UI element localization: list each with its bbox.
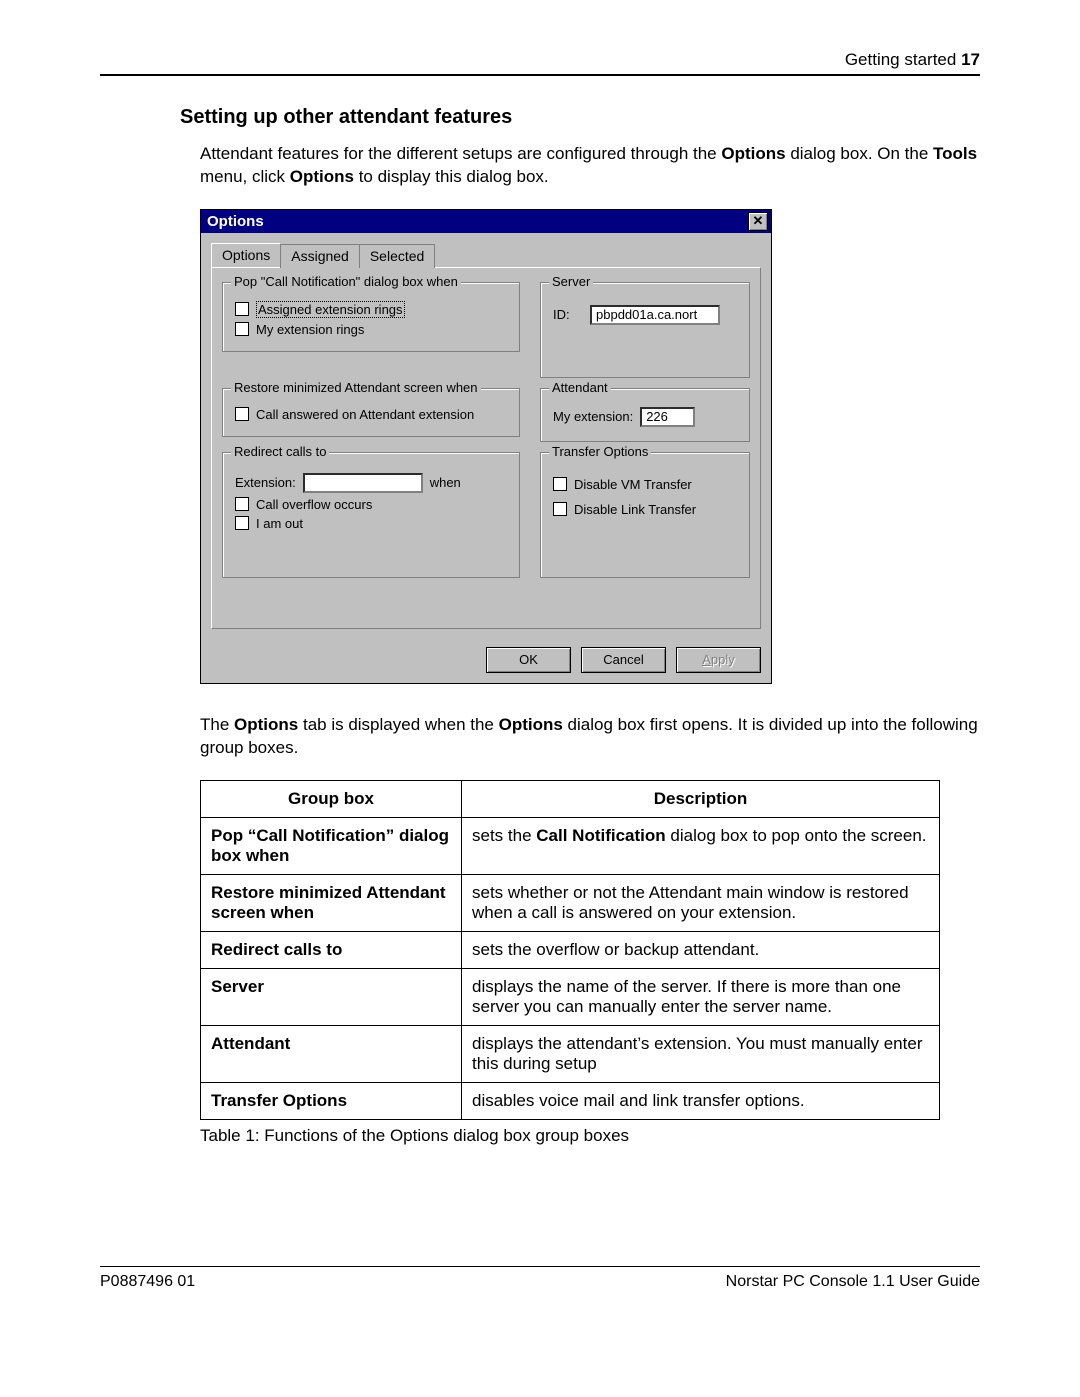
label-my-ext-rings: My extension rings [256, 322, 364, 337]
redirect-when-label: when [430, 475, 461, 490]
page-footer: P0887496 01 Norstar PC Console 1.1 User … [100, 1266, 980, 1291]
redirect-extension-input[interactable] [303, 473, 423, 493]
close-icon: ✕ [753, 213, 764, 229]
section-heading: Setting up other attendant features [180, 106, 980, 129]
redirect-extension-label: Extension: [235, 475, 296, 490]
table-caption: Table 1: Functions of the Options dialog… [200, 1126, 980, 1146]
group-legend: Attendant [549, 380, 611, 395]
section-name: Getting started [845, 50, 957, 69]
label-call-answered: Call answered on Attendant extension [256, 407, 474, 422]
table-row: Redirect calls to sets the overflow or b… [201, 931, 940, 968]
apply-button: Apply [676, 647, 761, 673]
cancel-button[interactable]: Cancel [581, 647, 666, 673]
group-box-table: Group box Description Pop “Call Notifica… [200, 780, 940, 1120]
table-header-row: Group box Description [201, 780, 940, 817]
group-legend: Transfer Options [549, 444, 651, 459]
intro-paragraph: Attendant features for the different set… [200, 143, 980, 189]
tab-assigned[interactable]: Assigned [280, 244, 360, 268]
close-button[interactable]: ✕ [748, 212, 768, 231]
header-rule [100, 74, 980, 76]
checkbox-call-overflow[interactable] [235, 497, 249, 511]
group-redirect-calls: Redirect calls to Extension: when Call o… [222, 452, 520, 578]
server-id-input[interactable] [590, 305, 720, 325]
label-i-am-out: I am out [256, 516, 303, 531]
dialog-titlebar[interactable]: Options ✕ [201, 210, 771, 233]
group-legend: Pop "Call Notification" dialog box when [231, 274, 461, 289]
col-group-box: Group box [201, 780, 462, 817]
checkbox-my-ext-rings[interactable] [235, 322, 249, 336]
dialog-button-row: OK Cancel Apply [201, 639, 771, 683]
footer-right: Norstar PC Console 1.1 User Guide [726, 1273, 980, 1291]
apply-rest: pply [711, 652, 735, 667]
my-extension-label: My extension: [553, 409, 633, 424]
label-disable-link-transfer: Disable Link Transfer [574, 502, 696, 517]
col-description: Description [462, 780, 940, 817]
checkbox-disable-link-transfer[interactable] [553, 502, 567, 516]
group-legend: Redirect calls to [231, 444, 329, 459]
label-call-overflow: Call overflow occurs [256, 497, 372, 512]
group-legend: Server [549, 274, 593, 289]
dialog-title: Options [207, 213, 264, 230]
table-row: Restore minimized Attendant screen when … [201, 874, 940, 931]
options-dialog: Options ✕ Options Assigned Selected Pop … [200, 209, 772, 684]
group-legend: Restore minimized Attendant screen when [231, 380, 481, 395]
group-server: Server ID: [540, 282, 750, 378]
after-paragraph: The Options tab is displayed when the Op… [200, 714, 980, 760]
checkbox-assigned-ext-rings[interactable] [235, 302, 249, 316]
ok-button[interactable]: OK [486, 647, 571, 673]
label-disable-vm-transfer: Disable VM Transfer [574, 477, 692, 492]
group-transfer-options: Transfer Options Disable VM Transfer Dis… [540, 452, 750, 578]
page-number: 17 [961, 50, 980, 69]
group-pop-call-notification: Pop "Call Notification" dialog box when … [222, 282, 520, 352]
my-extension-input[interactable] [640, 407, 695, 427]
server-id-label: ID: [553, 307, 583, 322]
tab-panel: Pop "Call Notification" dialog box when … [211, 267, 761, 629]
checkbox-disable-vm-transfer[interactable] [553, 477, 567, 491]
checkbox-call-answered[interactable] [235, 407, 249, 421]
label-assigned-ext-rings: Assigned extension rings [256, 301, 405, 318]
group-attendant: Attendant My extension: [540, 388, 750, 442]
page-header: Getting started 17 [100, 50, 980, 70]
group-restore-minimized: Restore minimized Attendant screen when … [222, 388, 520, 437]
footer-left: P0887496 01 [100, 1273, 195, 1291]
checkbox-i-am-out[interactable] [235, 516, 249, 530]
table-row: Attendant displays the attendant’s exten… [201, 1025, 940, 1082]
table-row: Pop “Call Notification” dialog box when … [201, 817, 940, 874]
tab-options[interactable]: Options [211, 243, 281, 267]
tab-row: Options Assigned Selected [211, 243, 761, 267]
table-row: Server displays the name of the server. … [201, 968, 940, 1025]
tab-selected[interactable]: Selected [359, 244, 435, 268]
table-row: Transfer Options disables voice mail and… [201, 1082, 940, 1119]
